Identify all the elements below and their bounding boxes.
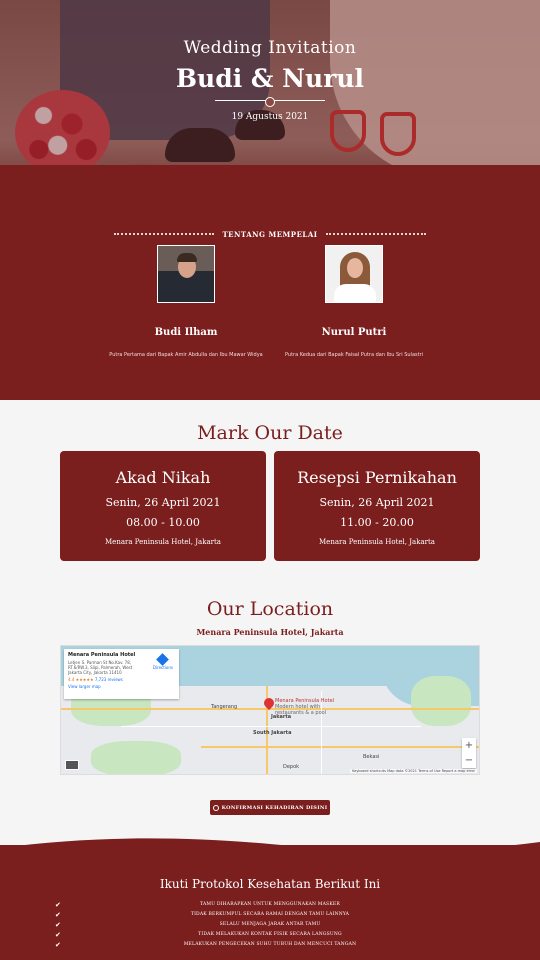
section-heading-label: TENTANG MEMPELAI <box>222 229 318 239</box>
directions-icon <box>156 653 170 666</box>
groom-name: Budi Ilham <box>154 327 218 338</box>
protocol-list: ✔ TAMU DIHARAPKAN UNTUK MENGGUNAKAN MASKE… <box>55 900 485 950</box>
zoom-in-button[interactable]: + <box>462 738 476 753</box>
protocol-item: ✔ TIDAK MELAKUKAN KONTAK FISIK SECARA LAN… <box>55 930 485 940</box>
resepsi-date: Senin, 26 April 2021 <box>319 496 435 509</box>
groom-hair <box>177 253 197 262</box>
section-heading: TENTANG MEMPELAI <box>0 228 540 240</box>
dates-title: Mark Our Date <box>197 422 343 444</box>
akad-venue: Menara Peninsula Hotel, Jakarta <box>105 538 221 546</box>
whatsapp-icon <box>212 804 219 811</box>
protocol-item: ✔ TIDAK BERKUMPUL SECARA RAMAI DENGAN TAM… <box>55 910 485 920</box>
directions-label: Directions <box>152 665 173 670</box>
map-green-area <box>411 676 471 726</box>
map-label: Bekasi <box>363 754 380 760</box>
zoom-out-button[interactable]: − <box>462 753 476 768</box>
wedding-date: 19 Agustus 2021 <box>231 112 309 122</box>
location-map[interactable]: Menara Peninsula Hotel Modern hotel with… <box>60 645 480 775</box>
bride-description: Putra Kedua dari Bapak Faisal Putra dan … <box>284 352 424 358</box>
check-icon: ✔ <box>55 911 62 919</box>
hero-subtitle: Wedding Invitation <box>183 38 357 58</box>
map-footer: Keyboard shortcuts Map data ©2021 Terms … <box>350 769 477 773</box>
protocol-item: ✔ TAMU DIHARAPKAN UNTUK MENGGUNAKAN MASKE… <box>55 900 485 910</box>
bride-name: Nurul Putri <box>321 327 387 338</box>
dotted-line <box>325 233 426 235</box>
map-green-area <box>91 741 181 774</box>
dotted-line <box>114 233 215 235</box>
couple-names: Budi & Nurul <box>175 64 365 93</box>
akad-title: Akad Nikah <box>115 468 211 487</box>
check-icon: ✔ <box>55 931 62 939</box>
map-label: South Jakarta <box>253 730 292 736</box>
protocol-item-text: TIDAK BERKUMPUL SECARA RAMAI DENGAN TAMU… <box>190 912 350 917</box>
directions-button[interactable]: Directions <box>152 653 173 670</box>
akad-card: Akad Nikah Senin, 26 April 2021 08.00 - … <box>60 451 266 561</box>
map-label: Tangerang <box>211 704 238 710</box>
wave-divider <box>0 838 540 860</box>
hero-text: Wedding Invitation Budi & Nurul 19 Agust… <box>0 38 540 122</box>
protocol-item-text: SELALU MENJAGA JARAK ANTAR TAMU <box>219 922 321 927</box>
akad-time: 08.00 - 10.00 <box>126 516 200 529</box>
groom-photo <box>157 245 215 303</box>
bride-face <box>347 258 363 278</box>
check-icon: ✔ <box>55 921 62 929</box>
map-zoom-control: + − <box>462 738 476 768</box>
rsvp-label: KONFIRMASI KEHADIRAN DISINI <box>221 804 328 811</box>
map-label: Depok <box>283 764 300 770</box>
resepsi-time: 11.00 - 20.00 <box>340 516 414 529</box>
map-rating-value: 4.4 ★★★★★ <box>68 677 94 682</box>
ornament-divider <box>215 96 325 107</box>
protocol-item: ✔ SELALU MENJAGA JARAK ANTAR TAMU <box>55 920 485 930</box>
protocol-item-text: TAMU DIHARAPKAN UNTUK MENGGUNAKAN MASKER <box>200 902 340 907</box>
akad-date: Senin, 26 April 2021 <box>105 496 221 509</box>
view-larger-map-link[interactable]: View larger map <box>68 684 175 689</box>
protocol-item: ✔ MELAKUKAN PENGECEKAN SUHU TUBUH DAN MEN… <box>55 940 485 950</box>
protocol-item-text: MELAKUKAN PENGECEKAN SUHU TUBUH DAN MENC… <box>183 942 357 947</box>
map-road <box>201 746 479 748</box>
map-label: Jakarta <box>271 714 292 720</box>
resepsi-venue: Menara Peninsula Hotel, Jakarta <box>319 538 435 546</box>
location-venue: Menara Peninsula Hotel, Jakarta <box>196 627 344 637</box>
invitation-page: Wedding Invitation Budi & Nurul 19 Agust… <box>0 0 540 960</box>
map-thumbnail-icon[interactable] <box>65 760 79 770</box>
check-icon: ✔ <box>55 941 62 949</box>
bride-photo <box>325 245 383 303</box>
map-info-rating: 4.4 ★★★★★ 7,723 reviews <box>68 677 175 682</box>
protocol-title: Ikuti Protokol Kesehatan Berikut Ini <box>159 877 381 891</box>
wave-divider <box>0 164 540 188</box>
location-title: Our Location <box>206 598 334 620</box>
map-info-address: Letjen S. Parman St No.Kav. 78, RT.6/RW.… <box>68 660 133 675</box>
bride-top <box>334 284 376 302</box>
resepsi-card: Resepsi Pernikahan Senin, 26 April 2021 … <box>274 451 480 561</box>
protocol-item-text: TIDAK MELAKUKAN KONTAK FISIK SECARA LANG… <box>198 932 342 937</box>
groom-description: Putra Pertama dari Bapak Amir Abdulla da… <box>109 352 263 358</box>
map-road <box>121 726 421 727</box>
bride-profile: Nurul Putri Putra Kedua dari Bapak Faisa… <box>269 245 439 358</box>
rsvp-button[interactable]: KONFIRMASI KEHADIRAN DISINI <box>210 800 330 815</box>
map-info-card: Menara Peninsula Hotel Letjen S. Parman … <box>64 649 179 699</box>
check-icon: ✔ <box>55 901 62 909</box>
resepsi-title: Resepsi Pernikahan <box>297 468 457 487</box>
map-reviews-link[interactable]: 7,723 reviews <box>95 677 123 682</box>
groom-profile: Budi Ilham Putra Pertama dari Bapak Amir… <box>101 245 271 358</box>
